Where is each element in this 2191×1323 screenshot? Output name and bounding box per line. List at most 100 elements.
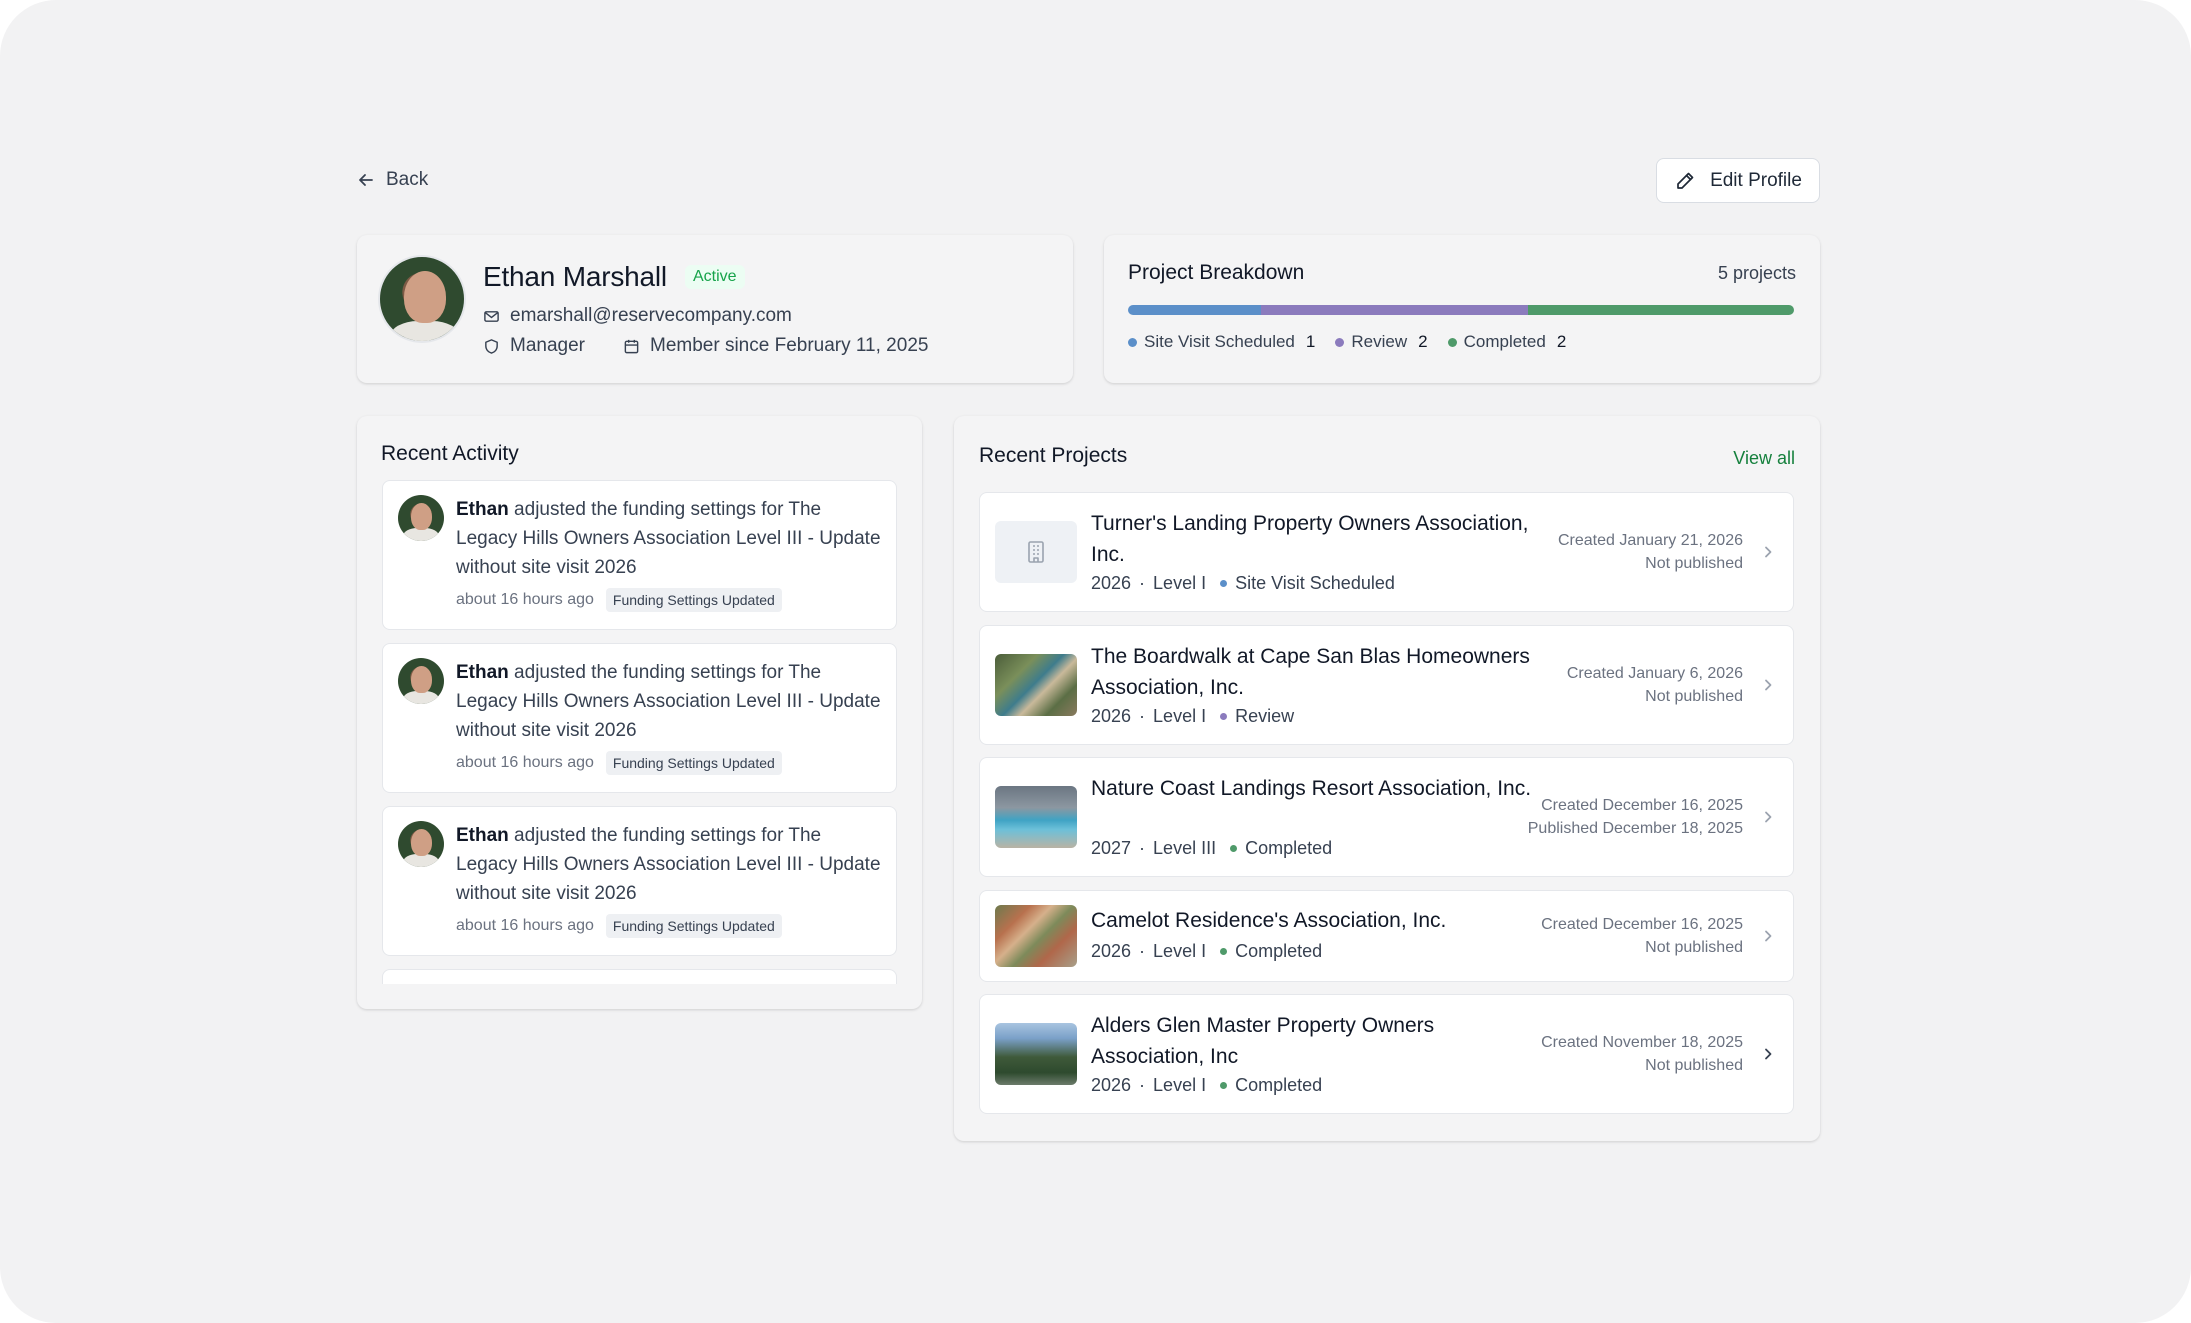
activity-description: adjusted the funding settings for The Le… — [456, 499, 881, 578]
breakdown-segment — [1128, 305, 1262, 315]
member-since: Member since February 11, 2025 — [650, 335, 929, 356]
created-date: Created November 18, 2025 — [1541, 1034, 1743, 1051]
legend-label: Review — [1351, 332, 1408, 351]
legend-item: Review 2 — [1335, 332, 1428, 352]
project-level: Level I — [1153, 1075, 1207, 1095]
activity-actor: Ethan — [456, 662, 509, 683]
pool-photo — [995, 786, 1077, 848]
project-status: Completed — [1235, 941, 1323, 961]
chevron-right-icon — [1765, 930, 1772, 942]
legend-dot — [1447, 337, 1457, 347]
building-icon — [1028, 541, 1044, 563]
project-name: Camelot Residence's Association, Inc. — [1091, 909, 1447, 932]
aerial-photo — [995, 654, 1077, 716]
status-dot — [1220, 580, 1228, 587]
project-level: Level III — [1153, 838, 1217, 858]
shield-icon — [485, 338, 498, 354]
project-thumbnail — [995, 905, 1077, 967]
meta-separator: · — [1139, 1075, 1146, 1095]
created-date: Created December 16, 2025 — [1541, 797, 1743, 814]
project-meta: 2026 · Level I Completed — [1091, 1075, 1322, 1096]
project-year: 2026 — [1091, 941, 1132, 961]
project-year: 2026 — [1091, 1075, 1132, 1095]
project-level: Level I — [1153, 941, 1207, 961]
avatar — [398, 658, 444, 704]
activity-tag: Funding Settings Updated — [605, 751, 782, 775]
project-dates: Created December 16, 2025 Published Decem… — [1528, 794, 1743, 840]
recent-activity-title: Recent Activity — [381, 442, 519, 465]
published-status: Not published — [1645, 1057, 1743, 1074]
activity-item — [382, 969, 897, 984]
status-dot — [1220, 948, 1228, 955]
legend-count: 2 — [1556, 332, 1567, 351]
rooftops-photo — [995, 905, 1077, 967]
project-status: Completed — [1235, 1075, 1323, 1095]
project-name: The Boardwalk at Cape San Blas Homeowner… — [1091, 645, 1530, 699]
project-thumbnail — [995, 1023, 1077, 1085]
status-dot — [1220, 713, 1228, 720]
breakdown-legend: Site Visit Scheduled 1 Review 2 Completed 2 — [1128, 332, 1566, 352]
project-status: Review — [1235, 706, 1295, 726]
project-dates: Created January 6, 2026 Not published — [1567, 662, 1743, 708]
created-date: Created January 6, 2026 — [1566, 665, 1743, 682]
meta-separator: · — [1139, 838, 1146, 858]
breakdown-segment — [1527, 305, 1794, 315]
chevron-right-icon — [1765, 679, 1772, 691]
project-status: Completed — [1245, 838, 1333, 858]
chevron-right-icon — [1765, 1048, 1772, 1060]
project-card[interactable]: Nature Coast Landings Resort Association… — [979, 757, 1794, 877]
profile-role: Manager — [510, 335, 585, 356]
project-year: 2026 — [1091, 706, 1132, 726]
project-level: Level I — [1153, 573, 1207, 593]
activity-actor: Ethan — [456, 825, 509, 846]
project-name: Turner's Landing Property Owners Associa… — [1091, 512, 1529, 566]
activity-item: Ethan adjusted the funding settings for … — [382, 806, 897, 956]
project-meta: 2026 · Level I Site Visit Scheduled — [1091, 573, 1395, 594]
project-name: Alders Glen Master Property Owners Assoc… — [1091, 1014, 1435, 1068]
legend-item: Site Visit Scheduled 1 — [1128, 332, 1315, 352]
recent-activity-card: Recent Activity Ethan adjusted the fundi… — [357, 416, 922, 1009]
published-status: Not published — [1645, 939, 1743, 956]
pencil-icon — [1677, 172, 1694, 189]
activity-timestamp: about 16 hours ago — [456, 591, 594, 608]
activity-footer: about 16 hours ago Funding Settings Updat… — [456, 914, 782, 938]
created-date: Created December 16, 2025 — [1541, 916, 1743, 933]
activity-item: Ethan adjusted the funding settings for … — [382, 480, 897, 630]
created-date: Created January 21, 2026 — [1557, 532, 1743, 549]
project-card[interactable]: Alders Glen Master Property Owners Assoc… — [979, 994, 1794, 1114]
project-thumbnail — [995, 654, 1077, 716]
activity-timestamp: about 16 hours ago — [456, 754, 594, 771]
project-dates: Created November 18, 2025 Not published — [1541, 1031, 1743, 1077]
project-card[interactable]: Turner's Landing Property Owners Associa… — [979, 492, 1794, 612]
status-badge: Active — [684, 265, 745, 289]
chevron-right-icon — [1765, 811, 1772, 823]
meta-separator: · — [1139, 573, 1146, 593]
project-dates: Created January 21, 2026 Not published — [1558, 529, 1743, 575]
activity-text: Ethan adjusted the funding settings for … — [456, 495, 886, 582]
avatar — [398, 821, 444, 867]
project-dates: Created December 16, 2025 Not published — [1541, 913, 1743, 959]
project-year: 2027 — [1091, 838, 1132, 858]
project-breakdown-card: Project Breakdown 5 projects Site Visit … — [1104, 235, 1820, 383]
breakdown-count: 5 projects — [1717, 263, 1796, 283]
view-all-link[interactable]: View all — [1733, 448, 1795, 469]
project-thumbnail — [995, 786, 1077, 848]
legend-label: Completed — [1463, 332, 1546, 351]
project-card[interactable]: Camelot Residence's Association, Inc. 202… — [979, 890, 1794, 982]
profile-card: Ethan Marshall Active emarshall@reservec… — [357, 235, 1073, 383]
recent-projects-card: Recent Projects View all Turner's Landin… — [954, 416, 1820, 1141]
calendar-icon — [624, 339, 639, 353]
project-meta: 2026 · Level I Completed — [1091, 941, 1322, 962]
legend-item: Completed 2 — [1447, 332, 1567, 352]
back-link[interactable]: Back — [356, 166, 428, 194]
project-card[interactable]: The Boardwalk at Cape San Blas Homeowner… — [979, 625, 1794, 745]
edit-profile-button[interactable]: Edit Profile — [1656, 158, 1820, 203]
activity-description: adjusted the funding settings for The Le… — [456, 825, 881, 904]
edit-profile-label: Edit Profile — [1710, 169, 1802, 191]
back-label: Back — [386, 169, 429, 190]
activity-list[interactable]: Ethan adjusted the funding settings for … — [382, 480, 897, 984]
project-year: 2026 — [1091, 573, 1132, 593]
avatar — [378, 255, 466, 343]
activity-text: Ethan adjusted the funding settings for … — [456, 821, 886, 908]
profile-email: emarshall@reservecompany.com — [510, 305, 792, 326]
